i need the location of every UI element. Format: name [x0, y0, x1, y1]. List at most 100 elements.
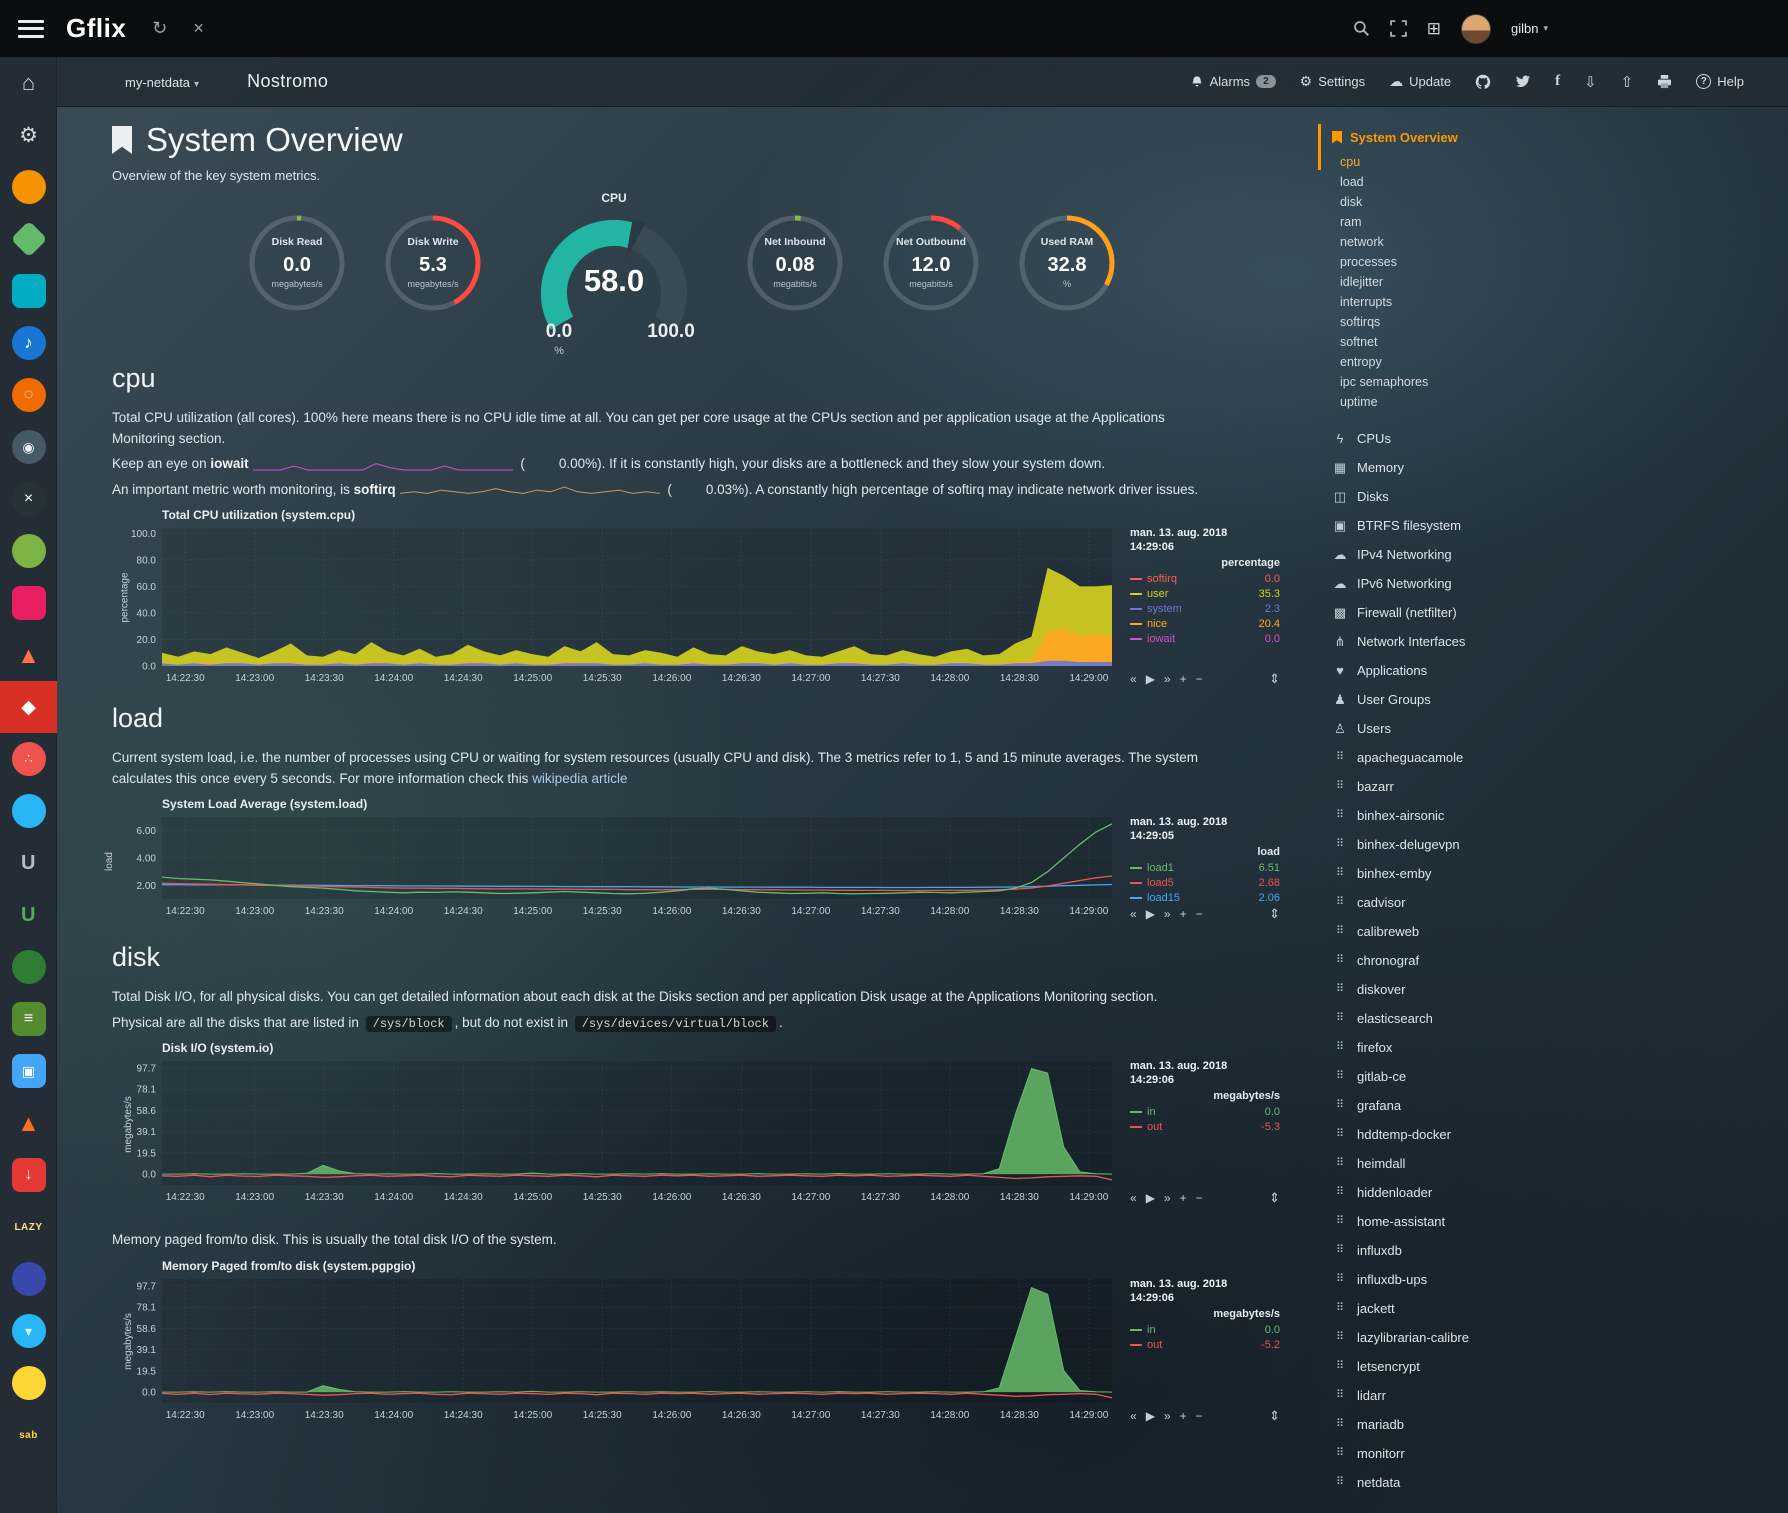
- fullscreen-icon[interactable]: [1390, 20, 1407, 37]
- toc-section-disks[interactable]: ◫Disks: [1332, 482, 1632, 511]
- chart-forward-icon[interactable]: »: [1164, 907, 1171, 921]
- app-shortcut-deluge-drop[interactable]: ▾: [0, 1305, 57, 1357]
- gauge-net-inbound[interactable]: Net Inbound0.08megabits/s: [735, 203, 855, 328]
- app-shortcut-app-olive-rows[interactable]: ≡: [0, 993, 57, 1045]
- gauge-used-ram[interactable]: Used RAM32.8%: [1007, 203, 1127, 328]
- toc-app-home-assistant[interactable]: ⠿home-assistant: [1332, 1207, 1632, 1236]
- toc-app-letsencrypt[interactable]: ⠿letsencrypt: [1332, 1352, 1632, 1381]
- toc-sub-disk[interactable]: disk: [1332, 192, 1632, 212]
- chart-zoom-out-icon[interactable]: −: [1196, 672, 1203, 686]
- toc-app-apacheguacamole[interactable]: ⠿apacheguacamole: [1332, 743, 1632, 772]
- app-shortcut-app-navy[interactable]: [0, 1253, 57, 1305]
- chart-zoom-in-icon[interactable]: +: [1180, 1191, 1187, 1205]
- menu-icon[interactable]: [18, 20, 44, 38]
- app-shortcut-app-blue-tile[interactable]: ▣: [0, 1045, 57, 1097]
- app-shortcut-app-slate[interactable]: ◉: [0, 421, 57, 473]
- toc-section-network-interfaces[interactable]: ⋔Network Interfaces: [1332, 627, 1632, 656]
- toc-app-lazylibrarian-calibre[interactable]: ⠿lazylibrarian-calibre: [1332, 1323, 1632, 1352]
- app-shortcut-gitlab[interactable]: ▲: [0, 1097, 57, 1149]
- chart-zoom-in-icon[interactable]: +: [1180, 672, 1187, 686]
- chart-play-icon[interactable]: ▶: [1146, 1409, 1155, 1423]
- app-shortcut-app-grey-u[interactable]: U: [0, 837, 57, 889]
- toc-app-elasticsearch[interactable]: ⠿elasticsearch: [1332, 1004, 1632, 1033]
- print-icon[interactable]: [1657, 75, 1672, 89]
- app-shortcut-app-flame[interactable]: ▲: [0, 629, 57, 681]
- toc-app-lidarr[interactable]: ⠿lidarr: [1332, 1381, 1632, 1410]
- memory-chart[interactable]: 0.019.539.158.678.197.714:22:3014:23:001…: [112, 1275, 1122, 1432]
- toc-section-user-groups[interactable]: ♟User Groups: [1332, 685, 1632, 714]
- chart-backward-icon[interactable]: «: [1130, 672, 1137, 686]
- toc-app-binhex-delugevpn[interactable]: ⠿binhex-delugevpn: [1332, 830, 1632, 859]
- gauge-disk-write[interactable]: Disk Write5.3megabytes/s: [373, 203, 493, 328]
- chart-zoom-out-icon[interactable]: −: [1196, 907, 1203, 921]
- toc-section-memory[interactable]: ▦Memory: [1332, 453, 1632, 482]
- chart-forward-icon[interactable]: »: [1164, 672, 1171, 686]
- chart-zoom-in-icon[interactable]: +: [1180, 1409, 1187, 1423]
- toc-app-diskover[interactable]: ⠿diskover: [1332, 975, 1632, 1004]
- toc-sub-cpu[interactable]: cpu: [1332, 152, 1632, 172]
- app-shortcut-home[interactable]: ⌂: [0, 57, 57, 109]
- toc-section-users[interactable]: ♙Users: [1332, 714, 1632, 743]
- toc-app-cadvisor[interactable]: ⠿cadvisor: [1332, 888, 1632, 917]
- app-shortcut-app-green-u[interactable]: U: [0, 889, 57, 941]
- toc-app-hddtemp-docker[interactable]: ⠿hddtemp-docker: [1332, 1120, 1632, 1149]
- download-icon[interactable]: ⇩: [1584, 73, 1597, 91]
- load-chart[interactable]: 2.004.006.0014:22:3014:23:0014:23:3014:2…: [112, 813, 1122, 928]
- toc-app-calibreweb[interactable]: ⠿calibreweb: [1332, 917, 1632, 946]
- toc-app-binhex-airsonic[interactable]: ⠿binhex-airsonic: [1332, 801, 1632, 830]
- legend-row-softirq[interactable]: softirq0.0: [1130, 572, 1280, 587]
- toc-sub-network[interactable]: network: [1332, 232, 1632, 252]
- chart-resize-handle[interactable]: ⇕: [1269, 1190, 1280, 1206]
- help-button[interactable]: ?Help: [1696, 74, 1744, 89]
- toc-app-binhex-emby[interactable]: ⠿binhex-emby: [1332, 859, 1632, 888]
- app-shortcut-netdata-shield[interactable]: ◆: [0, 681, 57, 733]
- chart-canvas[interactable]: 0.019.539.158.678.197.714:22:3014:23:001…: [112, 1275, 1122, 1427]
- apps-grid-icon[interactable]: ⊞: [1427, 19, 1441, 39]
- alarms-button[interactable]: Alarms 2: [1190, 74, 1276, 89]
- chart-play-icon[interactable]: ▶: [1146, 672, 1155, 686]
- chart-canvas[interactable]: 2.004.006.0014:22:3014:23:0014:23:3014:2…: [112, 813, 1122, 923]
- toc-section-firewall[interactable]: ▩Firewall (netfilter): [1332, 598, 1632, 627]
- toc-sub-ipc-semaphores[interactable]: ipc semaphores: [1332, 372, 1632, 392]
- chart-forward-icon[interactable]: »: [1164, 1409, 1171, 1423]
- toc-section-applications[interactable]: ♥Applications: [1332, 656, 1632, 685]
- chart-zoom-out-icon[interactable]: −: [1196, 1409, 1203, 1423]
- legend-row-in[interactable]: in0.0: [1130, 1105, 1280, 1120]
- chart-resize-handle[interactable]: ⇕: [1269, 1408, 1280, 1424]
- facebook-icon[interactable]: f: [1555, 73, 1560, 90]
- app-shortcut-app-search-orange[interactable]: ◌: [0, 369, 57, 421]
- app-shortcut-app-cyan[interactable]: [0, 785, 57, 837]
- search-icon[interactable]: [1353, 20, 1370, 37]
- update-button[interactable]: ☁Update: [1389, 73, 1451, 90]
- disk-chart[interactable]: 0.019.539.158.678.197.714:22:3014:23:001…: [112, 1057, 1122, 1214]
- app-shortcut-sabnzbd[interactable]: sab: [0, 1409, 57, 1461]
- toc-sub-softnet[interactable]: softnet: [1332, 332, 1632, 352]
- toc-app-heimdall[interactable]: ⠿heimdall: [1332, 1149, 1632, 1178]
- app-shortcut-app-blue-music[interactable]: ♪: [0, 317, 57, 369]
- app-shortcut-settings[interactable]: ⚙: [0, 109, 57, 161]
- chart-resize-handle[interactable]: ⇕: [1269, 671, 1280, 687]
- legend-row-load5[interactable]: load52.68: [1130, 876, 1280, 891]
- cpu-chart[interactable]: 0.020.040.060.080.0100.014:22:3014:23:00…: [112, 524, 1122, 695]
- toc-sub-load[interactable]: load: [1332, 172, 1632, 192]
- legend-row-out[interactable]: out-5.2: [1130, 1338, 1280, 1353]
- toc-app-hiddenloader[interactable]: ⠿hiddenloader: [1332, 1178, 1632, 1207]
- toc-app-chronograf[interactable]: ⠿chronograf: [1332, 946, 1632, 975]
- toc-app-firefox[interactable]: ⠿firefox: [1332, 1033, 1632, 1062]
- legend-row-load1[interactable]: load16.51: [1130, 861, 1280, 876]
- settings-button[interactable]: ⚙Settings: [1300, 73, 1366, 90]
- toc-app-monitorr[interactable]: ⠿monitorr: [1332, 1439, 1632, 1468]
- user-menu[interactable]: gilbn▾: [1511, 21, 1548, 36]
- app-shortcut-app-yellow[interactable]: [0, 1357, 57, 1409]
- toc-section-ipv4-networking[interactable]: ☁IPv4 Networking: [1332, 540, 1632, 569]
- app-shortcut-app-dark-x[interactable]: ×: [0, 473, 57, 525]
- toc-sub-softirqs[interactable]: softirqs: [1332, 312, 1632, 332]
- toc-app-jackett[interactable]: ⠿jackett: [1332, 1294, 1632, 1323]
- app-shortcut-app-teal-box[interactable]: [0, 265, 57, 317]
- toc-app-influxdb[interactable]: ⠿influxdb: [1332, 1236, 1632, 1265]
- app-shortcut-app-red-dots[interactable]: ∴: [0, 733, 57, 785]
- toc-app-influxdb-ups[interactable]: ⠿influxdb-ups: [1332, 1265, 1632, 1294]
- chart-backward-icon[interactable]: «: [1130, 1191, 1137, 1205]
- chart-play-icon[interactable]: ▶: [1146, 1191, 1155, 1205]
- gauge-disk-read[interactable]: Disk Read0.0megabytes/s: [237, 203, 357, 328]
